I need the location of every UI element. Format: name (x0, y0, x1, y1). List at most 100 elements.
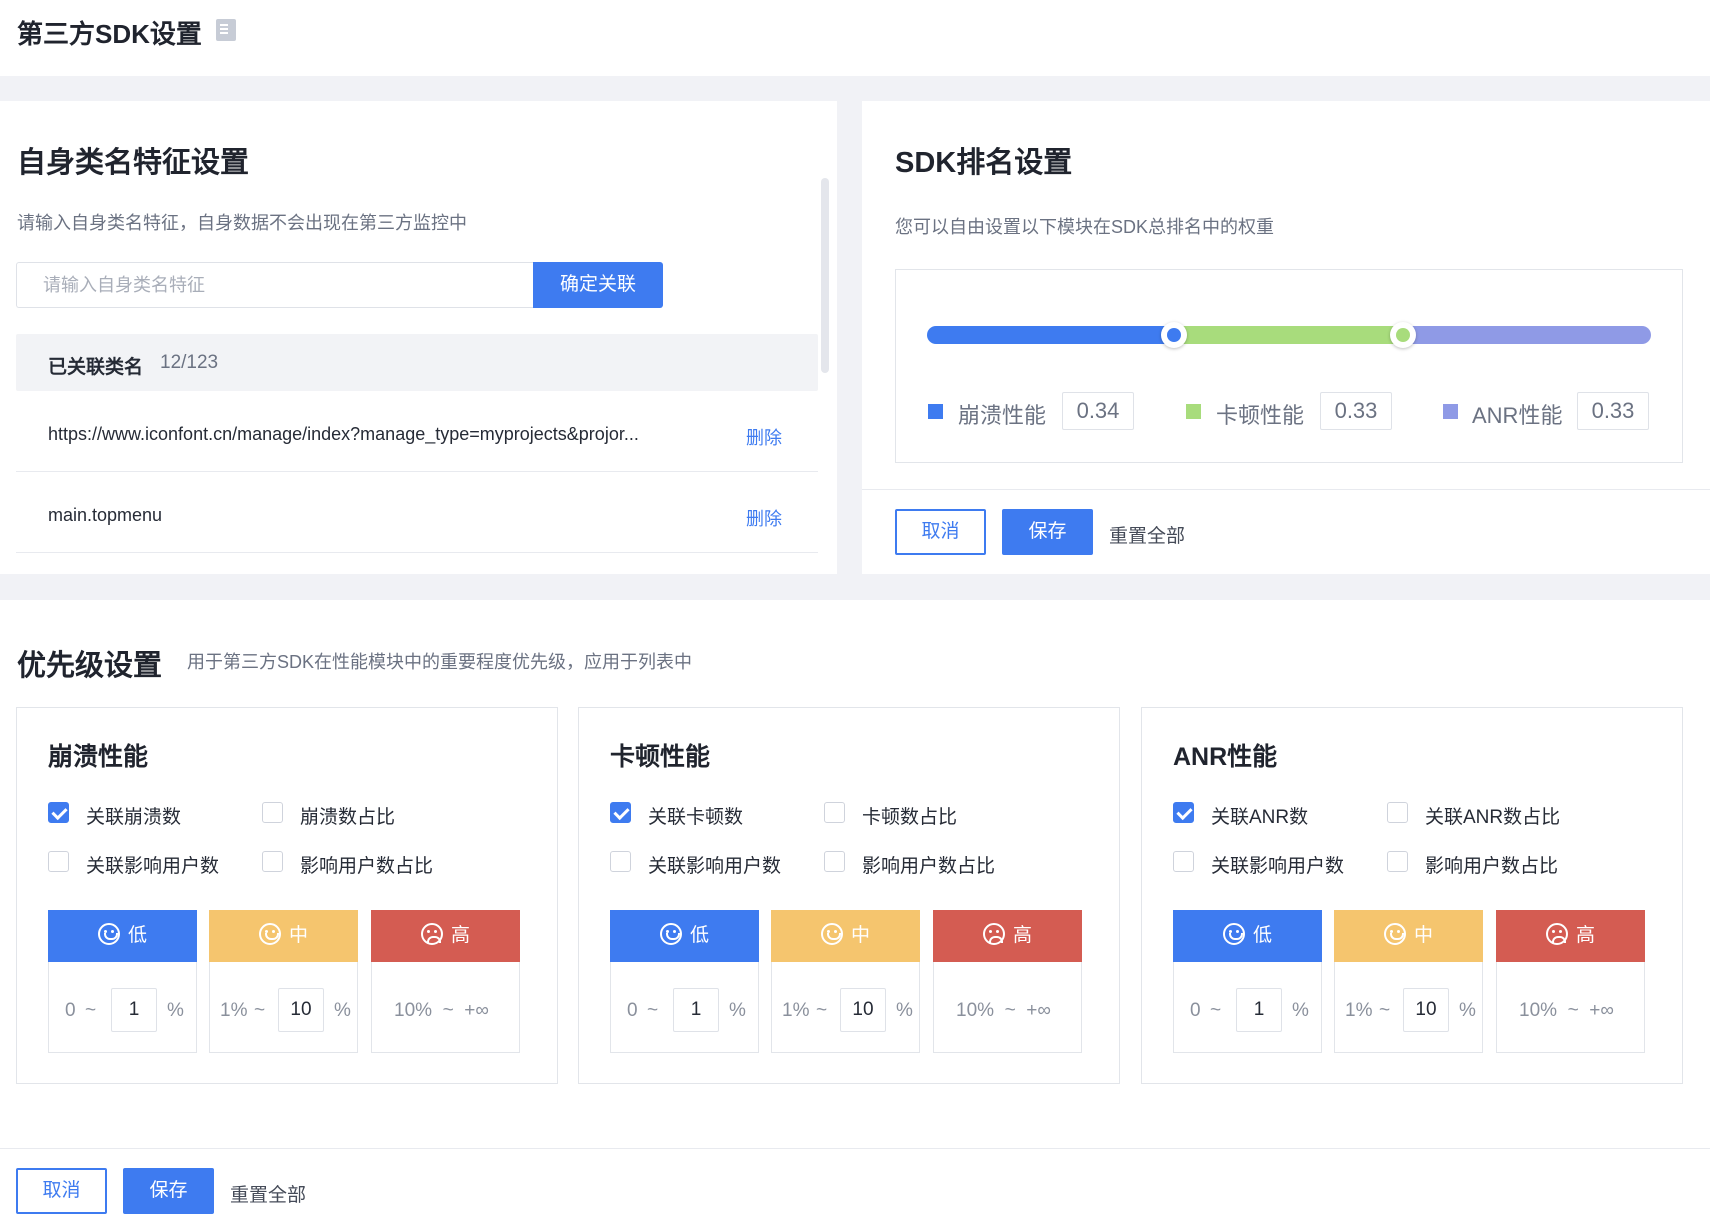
level-low-box: 低 0 ~1% (610, 910, 759, 1053)
associated-label: 已关联类名 (48, 357, 144, 378)
smile-face-icon (1383, 922, 1406, 945)
sad-face-icon (420, 922, 443, 945)
checkbox[interactable] (610, 851, 631, 872)
level-mid-input[interactable]: 10 (278, 988, 324, 1032)
legend-label-anr: ANR性能 (1472, 403, 1563, 428)
sdk-rank-title: SDK排名设置 (895, 147, 1073, 179)
level-high-header: 高 (933, 910, 1082, 962)
level-low-input[interactable]: 1 (673, 988, 719, 1032)
checkbox[interactable] (262, 851, 283, 872)
level-range: 10% ~ +∞ (1519, 1000, 1614, 1021)
row-divider (16, 552, 818, 553)
delete-link[interactable]: 删除 (746, 424, 782, 450)
list-item-text: main.topmenu (48, 505, 163, 525)
level-mid-box: 中 1% ~10% (209, 910, 358, 1053)
smile-face-icon (258, 922, 281, 945)
level-label: 高 (1012, 925, 1032, 946)
level-low-header: 低 (610, 910, 759, 962)
legend-swatch-anr (1443, 404, 1458, 419)
level-label: 低 (689, 925, 709, 946)
level-sep: ~ (647, 1000, 659, 1021)
checkbox-label: 影响用户数占比 (862, 856, 996, 877)
priority-save-button[interactable]: 保存 (123, 1168, 214, 1214)
level-low-header: 低 (48, 910, 197, 962)
checkbox-label: 影响用户数占比 (300, 856, 434, 877)
level-unit: % (167, 1000, 184, 1021)
checkbox-label: 影响用户数占比 (1425, 856, 1559, 877)
class-name-input[interactable] (16, 262, 534, 308)
level-low-input[interactable]: 1 (1236, 988, 1282, 1032)
level-sep: ~ (816, 1000, 828, 1021)
level-start: 1% (782, 1000, 810, 1021)
checkbox-label: 卡顿数占比 (862, 807, 958, 828)
checkbox[interactable] (262, 802, 283, 823)
level-label: 低 (127, 925, 147, 946)
level-low-box: 低 0 ~1% (1173, 910, 1322, 1053)
checkbox-label: 关联ANR数 (1211, 807, 1309, 828)
level-low-input[interactable]: 1 (111, 988, 157, 1032)
checkbox[interactable] (1173, 851, 1194, 872)
sdk-reset-link[interactable]: 重置全部 (1109, 521, 1185, 548)
checkbox[interactable] (824, 851, 845, 872)
panel-title: 卡顿性能 (610, 743, 711, 771)
level-unit: % (1459, 1000, 1476, 1021)
associated-count: 12/123 (160, 352, 219, 373)
smile-face-icon (659, 922, 682, 945)
checkbox[interactable] (610, 802, 631, 823)
panel-title: ANR性能 (1173, 743, 1278, 771)
slider-track-lag[interactable] (1175, 326, 1405, 344)
slider-handle-1[interactable] (1161, 322, 1187, 348)
slider-track-anr[interactable] (1403, 326, 1651, 344)
priority-title: 优先级设置 (17, 650, 163, 682)
legend-label-crash: 崩溃性能 (958, 403, 1047, 428)
checkbox[interactable] (1173, 802, 1194, 823)
doc-icon[interactable] (216, 19, 236, 41)
list-item-text: https://www.iconfont.cn/manage/index?man… (48, 424, 639, 444)
level-label: 低 (1252, 925, 1272, 946)
level-start: 0 (627, 1000, 638, 1021)
slider-handle-2[interactable] (1390, 322, 1416, 348)
checkbox[interactable] (1387, 802, 1408, 823)
level-label: 中 (850, 925, 870, 946)
confirm-associate-button[interactable]: 确定关联 (533, 262, 663, 308)
level-start: 1% (1345, 1000, 1373, 1021)
sdk-cancel-button[interactable]: 取消 (895, 509, 986, 555)
weight-input-lag[interactable]: 0.33 (1320, 392, 1392, 430)
card-footer-divider (862, 489, 1710, 490)
level-mid-header: 中 (1334, 910, 1483, 962)
level-high-header: 高 (371, 910, 520, 962)
scrollbar[interactable] (821, 178, 829, 373)
self-class-desc: 请输入自身类名特征，自身数据不会出现在第三方监控中 (17, 213, 467, 233)
legend-label-lag: 卡顿性能 (1216, 403, 1305, 428)
sdk-save-button[interactable]: 保存 (1002, 509, 1093, 555)
checkbox[interactable] (48, 802, 69, 823)
level-unit: % (729, 1000, 746, 1021)
level-high-box: 高 10% ~ +∞ (1496, 910, 1645, 1053)
weight-input-crash[interactable]: 0.34 (1062, 392, 1134, 430)
checkbox-label: 关联卡顿数 (648, 807, 744, 828)
delete-link[interactable]: 删除 (746, 505, 782, 531)
level-high-box: 高 10% ~ +∞ (933, 910, 1082, 1053)
level-label: 高 (450, 925, 470, 946)
level-sep: ~ (254, 1000, 266, 1021)
level-start: 0 (65, 1000, 76, 1021)
level-range: 10% ~ +∞ (394, 1000, 489, 1021)
weight-slider-box (895, 269, 1683, 463)
slider-track-crash[interactable] (927, 326, 1177, 344)
level-label: 中 (288, 925, 308, 946)
sad-face-icon (982, 922, 1005, 945)
priority-reset-link[interactable]: 重置全部 (230, 1180, 306, 1207)
level-low-box: 低 0 ~1% (48, 910, 197, 1053)
priority-cancel-button[interactable]: 取消 (16, 1168, 107, 1214)
level-mid-input[interactable]: 10 (840, 988, 886, 1032)
row-divider (16, 471, 818, 472)
level-mid-box: 中 1% ~10% (1334, 910, 1483, 1053)
weight-input-anr[interactable]: 0.33 (1577, 392, 1649, 430)
checkbox[interactable] (824, 802, 845, 823)
checkbox[interactable] (1387, 851, 1408, 872)
priority-desc: 用于第三方SDK在性能模块中的重要程度优先级，应用于列表中 (187, 652, 693, 672)
checkbox-label: 关联崩溃数 (86, 807, 182, 828)
checkbox[interactable] (48, 851, 69, 872)
level-mid-box: 中 1% ~10% (771, 910, 920, 1053)
level-mid-input[interactable]: 10 (1403, 988, 1449, 1032)
